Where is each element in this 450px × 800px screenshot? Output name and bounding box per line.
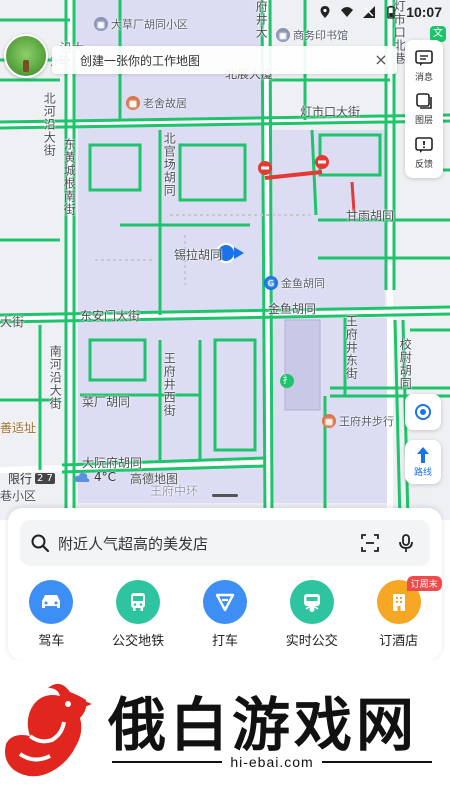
- feedback-icon: [415, 137, 433, 153]
- microphone-icon: [399, 534, 413, 552]
- poi-wangfujing-walk[interactable]: ▤ 王府井步行: [322, 413, 394, 429]
- street-label: 甘雨胡同: [346, 209, 395, 223]
- messages-button[interactable]: 消息: [414, 48, 434, 83]
- street-label: 东安门大街: [80, 309, 141, 323]
- quick-action-hotel[interactable]: 订酒店 订周末: [359, 576, 442, 654]
- street-label: 东黄城根南街: [62, 138, 77, 216]
- scan-button[interactable]: [356, 529, 384, 557]
- bus-icon: [131, 593, 146, 611]
- street-label: 王府井西街: [162, 352, 177, 417]
- street-label: 善适址: [0, 421, 37, 435]
- quick-action-realtime-bus[interactable]: 实时公交: [272, 580, 352, 654]
- divider: [321, 761, 432, 763]
- watermark-title: 俄白游戏网: [108, 691, 419, 759]
- scan-icon: [361, 534, 379, 552]
- signal-icon: [363, 6, 376, 18]
- locate-icon: [415, 404, 431, 420]
- weather-widget[interactable]: 4°C: [74, 470, 116, 484]
- status-bar: 10:07: [0, 0, 450, 24]
- layers-icon: [416, 93, 432, 110]
- metro-entrance-icon[interactable]: 扌: [280, 374, 294, 388]
- divider: [112, 761, 223, 763]
- right-toolbar: 消息 图层 反馈: [405, 40, 443, 178]
- street-label: 南河沿大街: [48, 345, 63, 410]
- no-entry-icon: [258, 161, 272, 175]
- message-icon: [415, 50, 433, 67]
- quick-action-taxi[interactable]: 打车: [185, 580, 265, 654]
- bus-circle: [116, 580, 161, 624]
- battery-icon: [387, 5, 395, 19]
- street-label: 灯市口大街: [300, 105, 361, 119]
- hotel-icon: [392, 594, 405, 611]
- metro-icon: G: [264, 276, 278, 290]
- search-icon: [31, 534, 50, 553]
- layers-button[interactable]: 图层: [414, 91, 434, 126]
- map-view[interactable]: ▣ 大草厂胡同小区 ▣ 商务印书馆 ▦ 老舍故居 灯市口大街 北展大厦 北河沿大…: [0, 0, 450, 520]
- wifi-icon: [341, 7, 354, 17]
- poi-jinyu-hutong[interactable]: G 金鱼胡同: [264, 275, 325, 291]
- search-input[interactable]: 附近人气超高的美发店: [20, 520, 430, 566]
- drive-circle: [29, 580, 74, 624]
- route-button[interactable]: 路线: [405, 440, 441, 484]
- work-map-banner[interactable]: 创建一张你的工作地图 ×: [52, 46, 397, 74]
- realtime-bus-circle: [289, 580, 334, 624]
- voice-search-button[interactable]: [392, 529, 420, 557]
- street-label: 大街: [0, 315, 25, 329]
- site-watermark: 俄白游戏网 hi-ebai.com: [0, 660, 450, 800]
- location-icon: [320, 6, 330, 18]
- watermark-url-row: hi-ebai.com: [112, 752, 432, 772]
- street-label: 北河沿大街: [42, 92, 57, 157]
- quick-action-bus-metro[interactable]: 公交地铁: [98, 580, 178, 654]
- car-icon: [42, 595, 61, 608]
- feedback-button[interactable]: 反馈: [414, 135, 434, 170]
- poi-laoshe[interactable]: ▦ 老舍故居: [126, 95, 187, 111]
- street-label: 王府井东街: [344, 315, 359, 380]
- street-label: 金鱼胡同: [268, 302, 317, 316]
- street-label: 巷小区: [0, 489, 37, 503]
- close-icon[interactable]: ×: [371, 50, 391, 70]
- search-placeholder: 附近人气超高的美发店: [58, 534, 209, 553]
- app-screen: ▣ 大草厂胡同小区 ▣ 商务印书馆 ▦ 老舍故居 灯市口大街 北展大厦 北河沿大…: [0, 0, 450, 800]
- traffic-restriction-badge[interactable]: 限行 2 7: [8, 470, 55, 487]
- quick-action-drive[interactable]: 驾车: [11, 580, 91, 654]
- no-entry-icon: [315, 155, 329, 169]
- taxi-icon: [215, 593, 235, 612]
- street-label: 大阮府胡同: [82, 456, 143, 470]
- street-label: 锡拉胡同: [174, 248, 223, 262]
- realtime-bus-icon: [303, 594, 320, 612]
- poi-shangwu[interactable]: ▣ 商务印书馆: [276, 27, 348, 43]
- street-label: 北官场胡同: [162, 132, 177, 197]
- watermark-url: hi-ebai.com: [230, 754, 314, 770]
- avatar[interactable]: [4, 34, 48, 78]
- quick-actions: 驾车 公交地铁 打车 实时公交 订酒店 订周末: [8, 576, 442, 654]
- banner-text: 创建一张你的工作地图: [80, 53, 201, 68]
- street-label: 菜厂胡同: [82, 395, 131, 409]
- clock: 10:07: [406, 4, 442, 20]
- weekend-tag: 订周末: [406, 576, 442, 591]
- museum-icon: ▦: [126, 96, 140, 110]
- sheet-drag-handle[interactable]: [212, 494, 238, 497]
- locate-button[interactable]: [405, 394, 441, 430]
- bottom-sheet: 附近人气超高的美发店 驾车 公交地铁 打车 实时公交 订酒店 订周末: [8, 508, 442, 660]
- rooster-logo: [5, 683, 92, 777]
- street-label: 校尉胡同: [398, 338, 413, 390]
- route-arrow-icon: [417, 447, 429, 463]
- building-icon: ▣: [276, 28, 290, 42]
- map-brand-logo: 高德地图: [130, 472, 179, 486]
- shopping-icon: ▤: [322, 414, 336, 428]
- taxi-circle: [202, 580, 247, 624]
- cloud-icon: [74, 472, 90, 482]
